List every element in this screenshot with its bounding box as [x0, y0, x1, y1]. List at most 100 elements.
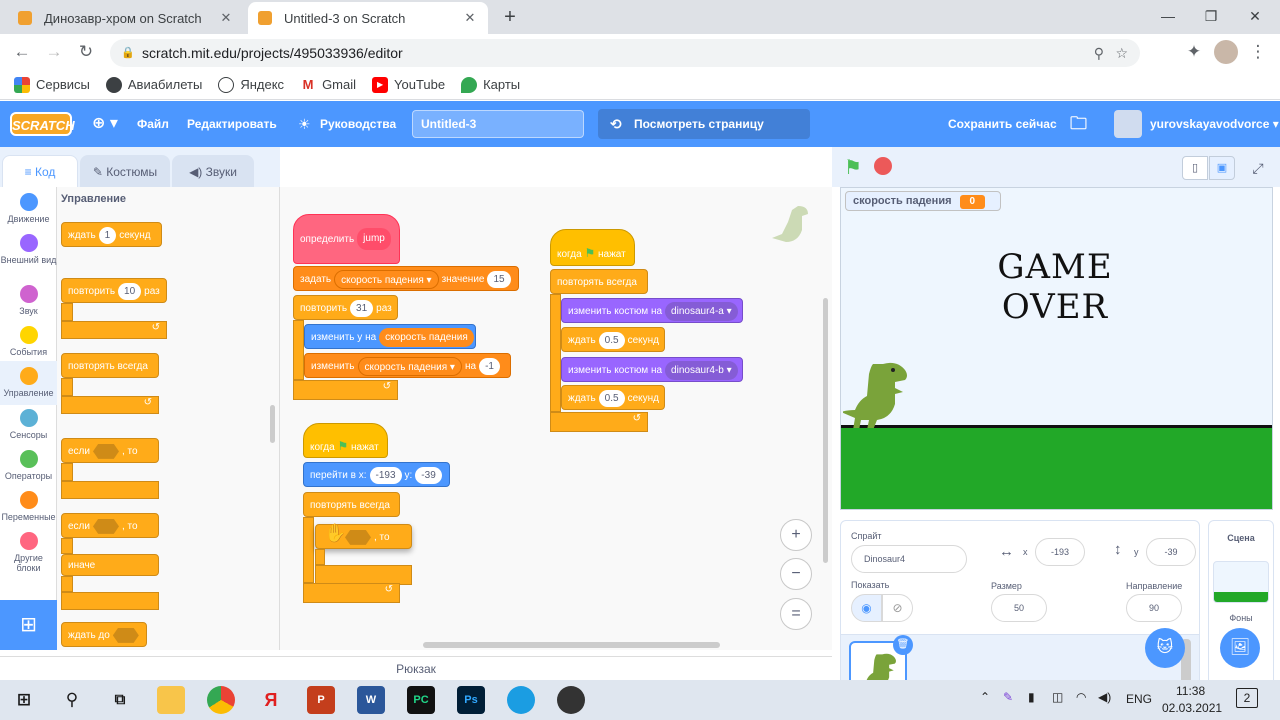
costume-dropdown[interactable]: dinosaur4-b ▾: [665, 360, 738, 380]
switch-costume-block[interactable]: изменить костюм на dinosaur4-a ▾: [561, 298, 743, 323]
close-icon[interactable]: ✕: [462, 10, 478, 26]
sprite-name-input[interactable]: Dinosaur4: [851, 545, 967, 573]
powerpoint-icon[interactable]: P: [307, 686, 335, 714]
change-y-block[interactable]: изменить у на скорость падения: [304, 324, 476, 349]
fullscreen-icon[interactable]: ⤢: [1246, 156, 1270, 180]
boolean-slot[interactable]: [345, 529, 371, 545]
costume-dropdown[interactable]: dinosaur4-a ▾: [665, 301, 738, 321]
bookmark-gmail[interactable]: M Gmail: [300, 76, 356, 93]
category-looks[interactable]: Внешний вид: [0, 234, 57, 265]
windows-start-icon[interactable]: ⊞: [10, 686, 38, 714]
view-project-page-button[interactable]: ⟲ Посмотреть страницу проекта: [598, 109, 810, 161]
variable-reporter[interactable]: скорость падения: [379, 327, 474, 347]
clock-date[interactable]: 02.03.2021: [1162, 701, 1222, 715]
tray-chevron-icon[interactable]: ⌃: [980, 690, 990, 704]
category-control[interactable]: Управление: [0, 361, 57, 405]
hide-eye-icon[interactable]: ⊘: [882, 594, 913, 622]
palette-if-block[interactable]: если , то: [61, 438, 159, 463]
variable-dropdown[interactable]: скорость падения ▾: [334, 269, 439, 289]
palette-forever-block[interactable]: повторять всегда: [61, 353, 159, 378]
notifications-icon[interactable]: 2: [1236, 688, 1258, 708]
size-input[interactable]: 50: [991, 594, 1047, 622]
my-stuff-folder-icon[interactable]: 🗀: [1070, 101, 1087, 147]
when-flag-clicked-block[interactable]: когда ⚑ нажат: [550, 229, 635, 266]
battery-icon[interactable]: ▮: [1028, 690, 1035, 704]
category-my-blocks[interactable]: Другие блоки: [0, 532, 57, 573]
forward-icon[interactable]: →: [42, 40, 66, 64]
menu-dots-icon[interactable]: ⋮: [1246, 40, 1270, 64]
block-input[interactable]: -39: [415, 466, 442, 484]
block-input[interactable]: 10: [118, 282, 142, 300]
large-stage-icon[interactable]: ▣: [1209, 156, 1235, 180]
wait-block[interactable]: ждать 0.5 секунд: [561, 327, 665, 352]
category-sound[interactable]: Звук: [0, 285, 57, 316]
forever-block[interactable]: повторять всегда: [303, 492, 400, 517]
boolean-slot[interactable]: [92, 518, 119, 534]
account-username[interactable]: yurovskayavodvorce ▾: [1150, 101, 1279, 147]
bookmark-star-icon[interactable]: ☆: [1115, 39, 1128, 67]
wifi-icon[interactable]: ◠: [1076, 690, 1086, 704]
bookmark-yandex[interactable]: Яндекс: [218, 76, 284, 93]
direction-input[interactable]: 90: [1126, 594, 1182, 622]
obs-icon[interactable]: [557, 686, 585, 714]
chrome-icon[interactable]: [207, 686, 235, 714]
stage-canvas[interactable]: [840, 187, 1273, 510]
user-avatar[interactable]: [1114, 110, 1142, 138]
file-explorer-icon[interactable]: [157, 686, 185, 714]
change-variable-block[interactable]: изменить скорость падения ▾ на -1: [304, 353, 511, 378]
reload-icon[interactable]: ↻: [74, 40, 98, 64]
menu-tutorials[interactable]: Руководства: [320, 101, 396, 147]
language-indicator[interactable]: ENG: [1126, 692, 1152, 706]
show-eye-icon[interactable]: ◉: [851, 594, 882, 622]
block-input[interactable]: 31: [350, 299, 374, 317]
bookmark-services[interactable]: Сервисы: [14, 76, 90, 93]
save-now-button[interactable]: Сохранить сейчас: [948, 101, 1057, 147]
language-globe-icon[interactable]: ⊕ ▾: [92, 101, 118, 147]
zoom-reset-icon[interactable]: =: [780, 598, 812, 630]
extensions-icon[interactable]: ✦: [1182, 40, 1206, 64]
zoom-out-icon[interactable]: −: [780, 558, 812, 590]
network-icon[interactable]: ◫: [1052, 690, 1063, 704]
workspace-vertical-scrollbar[interactable]: [823, 298, 828, 563]
bookmark-maps[interactable]: Карты: [461, 76, 520, 93]
add-sprite-icon[interactable]: 🐱: [1145, 628, 1185, 668]
code-workspace[interactable]: определить jump задать скорость падения ▾ з…: [280, 187, 832, 650]
define-block[interactable]: определить jump: [293, 214, 400, 264]
edge-icon[interactable]: [507, 686, 535, 714]
wait-block[interactable]: ждать 0.5 секунд: [561, 385, 665, 410]
palette-repeat-block[interactable]: повторить 10 раз: [61, 278, 167, 303]
boolean-slot[interactable]: [112, 627, 139, 643]
palette-if-else-block[interactable]: если , то: [61, 513, 159, 538]
category-sensing[interactable]: Сенсоры: [0, 409, 57, 440]
close-window-icon[interactable]: ✕: [1240, 4, 1270, 28]
block-input[interactable]: -193: [369, 466, 402, 484]
category-motion[interactable]: Движение: [0, 193, 57, 224]
workspace-horizontal-scrollbar[interactable]: [423, 642, 720, 648]
x-input[interactable]: -193: [1035, 538, 1085, 566]
tab-costumes[interactable]: ✎ Костюмы: [80, 155, 170, 187]
backpack-bar[interactable]: Рюкзак: [0, 656, 832, 680]
add-backdrop-icon[interactable]: 🖼: [1220, 628, 1260, 668]
restore-icon[interactable]: ❐: [1196, 4, 1226, 28]
menu-file[interactable]: Файл: [137, 101, 169, 147]
back-icon[interactable]: ←: [10, 40, 34, 64]
repeat-block[interactable]: повторить 31 раз: [293, 295, 398, 320]
close-icon[interactable]: ✕: [218, 10, 234, 26]
menu-edit[interactable]: Редактировать: [187, 101, 277, 147]
palette-wait-block[interactable]: ждать 1 секунд: [61, 222, 162, 247]
photoshop-icon[interactable]: Ps: [457, 686, 485, 714]
browser-tab[interactable]: Динозавр-хром on Scratch ✕: [8, 2, 244, 34]
add-extension-icon[interactable]: ⊞: [0, 600, 57, 650]
clock-time[interactable]: 11:38: [1176, 684, 1205, 698]
category-events[interactable]: События: [0, 326, 57, 357]
go-to-xy-block[interactable]: перейти в x: -193 у: -39: [303, 462, 450, 487]
category-variables[interactable]: Переменные: [0, 491, 57, 522]
scratch-logo[interactable]: SCRATCH: [10, 112, 75, 136]
search-icon[interactable]: ⚲: [58, 686, 86, 714]
yandex-browser-icon[interactable]: Я: [257, 686, 285, 714]
y-input[interactable]: -39: [1146, 538, 1196, 566]
block-input[interactable]: 1: [98, 226, 117, 244]
green-flag-icon[interactable]: ⚑: [844, 155, 862, 180]
palette-scrollbar[interactable]: [270, 405, 275, 443]
project-title-input[interactable]: Untitled-3: [412, 110, 584, 138]
